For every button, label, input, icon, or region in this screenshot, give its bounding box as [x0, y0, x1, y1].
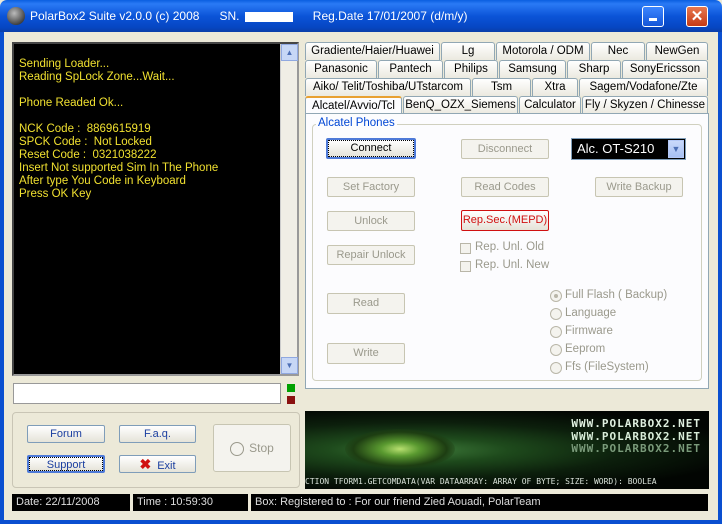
exit-label: Exit [157, 460, 176, 472]
tab-gradiente[interactable]: Gradiente/Haier/Huawei [305, 42, 440, 60]
stop-icon [230, 441, 245, 456]
unlock-button[interactable]: Unlock [327, 211, 415, 231]
tab-sharp[interactable]: Sharp [567, 60, 621, 78]
tab-nec[interactable]: Nec [591, 42, 645, 60]
tab-philips[interactable]: Philips [444, 60, 498, 78]
scroll-up-arrow-icon[interactable]: ▲ [281, 44, 298, 61]
app-title: PolarBox2 Suite v2.0.0 (c) 2008 [30, 9, 200, 23]
radio-eeprom[interactable] [550, 344, 562, 356]
tab-xtra[interactable]: Xtra [532, 78, 578, 96]
tab-lg[interactable]: Lg [441, 42, 495, 60]
status-led-green [287, 384, 295, 392]
tab-panasonic[interactable]: Panasonic [305, 60, 377, 78]
title-bar[interactable]: PolarBox2 Suite v2.0.0 (c) 2008 SN. Reg.D… [0, 0, 722, 32]
log-console[interactable]: Sending Loader... Reading SpLock Zone...… [12, 42, 299, 376]
banner-brand-3: WWW.POLARBOX2.NET [571, 442, 701, 455]
radio-ffs[interactable] [550, 362, 562, 374]
read-button[interactable]: Read [327, 293, 405, 314]
faq-button[interactable]: F.a.q. [119, 425, 196, 443]
app-icon[interactable] [7, 7, 25, 25]
read-codes-button[interactable]: Read Codes [461, 177, 549, 197]
model-select[interactable]: Alc. OT-S210 ▼ [571, 138, 686, 160]
status-date: Date: 22/11/2008 [12, 494, 130, 511]
rep-unl-old-checkbox[interactable] [460, 243, 471, 254]
tab-benq[interactable]: BenQ_OZX_Siemens [403, 96, 518, 114]
rep-unl-new-label: Rep. Unl. New [475, 259, 550, 271]
tab-fly[interactable]: Fly / Skyzen / Chinesse [582, 96, 708, 114]
tab-motorola[interactable]: Motorola / ODM [496, 42, 590, 60]
status-registration: Box: Registered to : For our friend Zied… [251, 494, 708, 511]
rep-sec-mepd-button[interactable]: Rep.Sec.(MEPD) [461, 210, 549, 231]
tab-tsm[interactable]: Tsm [472, 78, 531, 96]
tab-sonyericsson[interactable]: SonyEricsson [622, 60, 708, 78]
rep-unl-old-label: Rep. Unl. Old [475, 241, 545, 253]
disconnect-button[interactable]: Disconnect [461, 139, 549, 159]
registration-date: Reg.Date 17/01/2007 (d/m/y) [312, 9, 468, 23]
write-button[interactable]: Write [327, 343, 405, 364]
repair-unlock-button[interactable]: Repair Unlock [327, 245, 415, 265]
status-led-red [287, 396, 295, 404]
rep-unl-new-checkbox[interactable] [460, 261, 471, 272]
tab-alcatel[interactable]: Alcatel/Avvio/Tcl [305, 96, 402, 114]
radio-eeprom-label: Eeprom [565, 343, 606, 355]
status-time: Time : 10:59:30 [133, 494, 248, 511]
stop-label: Stop [249, 441, 274, 455]
tab-aiko[interactable]: Aiko/ Telit/Toshiba/UTstarcom [305, 78, 471, 96]
radio-firmware[interactable] [550, 326, 562, 338]
model-select-value: Alc. OT-S210 [577, 141, 655, 156]
radio-firmware-label: Firmware [565, 325, 613, 337]
radio-full-flash-label: Full Flash ( Backup) [565, 289, 668, 301]
set-factory-button[interactable]: Set Factory [327, 177, 415, 197]
tab-newgen[interactable]: NewGen [646, 42, 708, 60]
status-bar: Date: 22/11/2008 Time : 10:59:30 Box: Re… [12, 494, 708, 512]
log-text: Sending Loader... Reading SpLock Zone...… [19, 58, 219, 200]
connect-button[interactable]: Connect [326, 138, 416, 159]
banner-marquee: CTION TFORM1.GETCOMDATA(VAR DATAARRAY: A… [305, 477, 657, 486]
tab-sagem[interactable]: Sagem/Vodafone/Zte [579, 78, 708, 96]
exit-x-icon: ✖ [139, 456, 152, 472]
forum-button[interactable]: Forum [27, 425, 105, 443]
scroll-down-arrow-icon[interactable]: ▼ [281, 357, 298, 374]
radio-ffs-label: Ffs (FileSystem) [565, 361, 649, 373]
dropdown-arrow-icon[interactable]: ▼ [668, 140, 684, 158]
minimize-button[interactable] [642, 6, 664, 27]
write-backup-button[interactable]: Write Backup [595, 177, 683, 197]
serial-label: SN. [219, 9, 293, 23]
support-button[interactable]: Support [27, 455, 105, 473]
close-button[interactable]: ✕ [686, 6, 708, 27]
tab-calculator[interactable]: Calculator [519, 96, 581, 114]
tab-samsung[interactable]: Samsung [499, 60, 566, 78]
radio-full-flash[interactable] [550, 290, 562, 302]
tab-pantech[interactable]: Pantech [378, 60, 443, 78]
exit-button[interactable]: ✖ Exit [119, 455, 196, 473]
group-title: Alcatel Phones [316, 117, 397, 129]
stop-button[interactable]: Stop [213, 424, 291, 472]
serial-mask [244, 11, 293, 22]
radio-language[interactable] [550, 308, 562, 320]
progress-bar [13, 383, 281, 404]
banner-brand-1: WWW.POLARBOX2.NET [571, 417, 701, 430]
window-title: PolarBox2 Suite v2.0.0 (c) 2008 SN. Reg.D… [30, 9, 488, 23]
radio-language-label: Language [565, 307, 617, 319]
eye-graphic [345, 429, 455, 469]
promo-banner[interactable]: WWW.POLARBOX2.NET WWW.POLARBOX2.NET WWW.… [305, 411, 709, 489]
console-scrollbar[interactable]: ▲ ▼ [280, 44, 298, 374]
